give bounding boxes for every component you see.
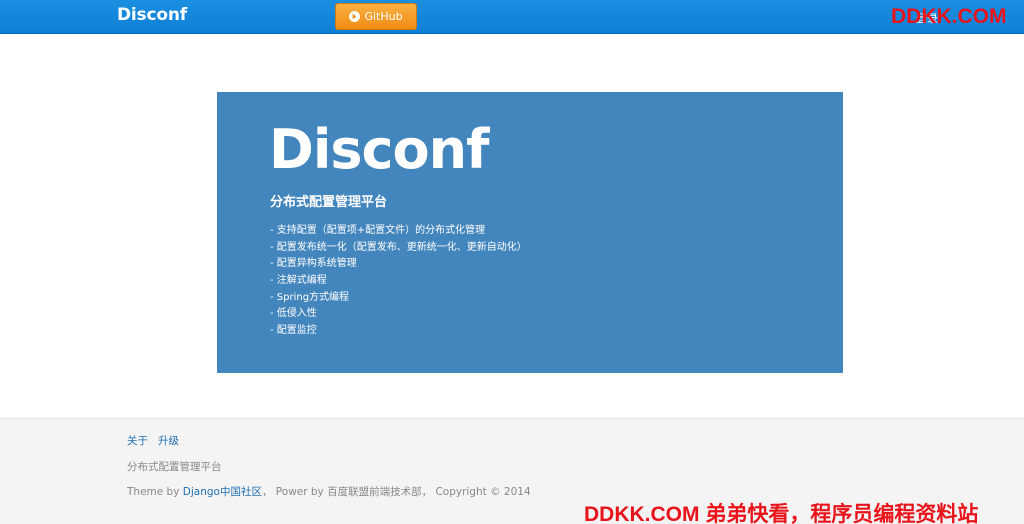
brand-logo-link[interactable]: Disconf xyxy=(117,5,187,25)
feature-item: - Spring方式编程 xyxy=(270,291,350,303)
footer-link-upgrade[interactable]: 升级 xyxy=(158,433,179,448)
footer-credit: Theme by Django中国社区， Power by 百度联盟前端技术部，… xyxy=(127,484,531,499)
footer-link-about[interactable]: 关于 xyxy=(127,433,148,448)
banner-subtitle: 分布式配置管理平台 xyxy=(270,195,388,210)
footer-links: 关于 升级 xyxy=(127,433,179,448)
feature-item: - 配置异构系统管理 xyxy=(270,258,357,270)
feature-list: - 支持配置（配置项+配置文件）的分布式化管理 - 配置发布统一化（配置发布、更… xyxy=(270,223,527,340)
feature-item: - 低侵入性 xyxy=(270,308,317,320)
github-button-label: GitHub xyxy=(364,10,403,23)
credit-suffix: ， Power by 百度联盟前端技术部， Copyright © 2014 xyxy=(261,486,531,498)
banner-title: Disconf xyxy=(269,118,490,181)
hero-banner: Disconf 分布式配置管理平台 - 支持配置（配置项+配置文件）的分布式化管… xyxy=(217,92,843,373)
feature-item: - 支持配置（配置项+配置文件）的分布式化管理 xyxy=(270,225,486,236)
feature-item: - 配置监控 xyxy=(270,325,317,337)
watermark-top: DDKK.COM xyxy=(891,5,1007,28)
django-community-link[interactable]: Django中国社区 xyxy=(183,486,262,498)
github-button[interactable]: GitHub xyxy=(335,3,417,30)
footer-tagline: 分布式配置管理平台 xyxy=(127,461,222,473)
feature-item: - 配置发布统一化（配置发布、更新统一化、更新自动化） xyxy=(270,241,527,253)
watermark-bottom: DDKK.COM 弟弟快看，程序员编程资料站 xyxy=(584,503,979,524)
feature-item: - 注解式编程 xyxy=(270,275,327,287)
arrow-right-circle-icon xyxy=(349,11,361,22)
top-navbar: Disconf GitHub 登录 DDKK.COM xyxy=(0,0,1024,34)
credit-prefix: Theme by xyxy=(127,486,183,498)
